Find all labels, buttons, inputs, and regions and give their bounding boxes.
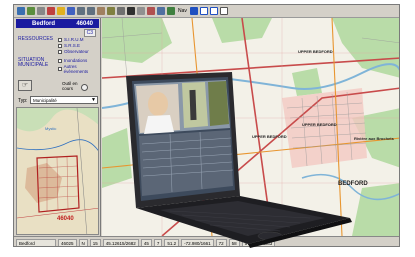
zoom-in-icon[interactable]	[77, 7, 85, 15]
option-autres[interactable]: Autres évènements	[58, 64, 96, 74]
region-code: C3	[83, 29, 96, 37]
print-icon[interactable]	[117, 7, 125, 15]
status-zone: 15	[89, 238, 101, 246]
option-srse[interactable]: S.R.S.E	[58, 43, 80, 48]
checkbox[interactable]	[58, 49, 62, 54]
option-inondations[interactable]: Inondations	[58, 58, 87, 63]
home-icon[interactable]	[17, 7, 25, 15]
info-icon[interactable]	[67, 7, 75, 15]
place-label-small: Rivière aux Brochets	[354, 136, 394, 141]
window-icon[interactable]	[199, 7, 208, 15]
laptop-image	[126, 72, 352, 248]
checkbox[interactable]	[58, 58, 62, 63]
status-code: 46025	[58, 238, 77, 246]
status-hemisphere: N	[78, 238, 88, 246]
layers-icon[interactable]	[47, 7, 55, 15]
municipality-header: Bedford 46040	[16, 19, 99, 28]
cursor-tool-button[interactable]: ☞	[18, 80, 32, 91]
chevron-down-icon[interactable]: ▼	[91, 97, 96, 104]
close-icon[interactable]	[219, 7, 228, 15]
grid-icon[interactable]	[37, 7, 45, 15]
overview-place-label: Mystic	[45, 126, 57, 131]
star-icon[interactable]	[57, 7, 65, 15]
option-sirum[interactable]: S.I.R.U.M	[58, 37, 84, 42]
cursor-label: Outil en cours	[62, 81, 78, 91]
type-select[interactable]: Municipalité ▼	[30, 96, 98, 104]
checkbox[interactable]	[58, 43, 62, 48]
undo-icon[interactable]	[157, 7, 165, 15]
binoculars-icon[interactable]	[127, 7, 135, 15]
window-icon-2[interactable]	[209, 7, 218, 15]
toolbar: Nav	[14, 5, 399, 18]
measure-icon[interactable]	[107, 7, 115, 15]
type-label: Typ:	[18, 98, 28, 104]
status-municipality: Bedford	[16, 238, 56, 246]
overview-map[interactable]: Mystic 46040	[16, 107, 99, 235]
place-label-upper-bedford-1: UPPER BEDFORD	[298, 49, 333, 54]
situation-title: SITUATION MUNICIPALE	[18, 57, 49, 68]
municipality-code: 46040	[76, 20, 93, 27]
option-observateur[interactable]: Observateur	[58, 49, 89, 54]
select-icon[interactable]	[137, 7, 145, 15]
overview-code-label: 46040	[57, 216, 74, 222]
resources-title: RESSOURCES	[18, 36, 54, 42]
zoom-out-icon[interactable]	[87, 7, 95, 15]
draw-icon[interactable]	[147, 7, 155, 15]
settings-icon[interactable]	[167, 7, 175, 15]
cursor-toggle[interactable]	[81, 84, 88, 91]
nav-label[interactable]: Nav	[177, 8, 188, 14]
checkbox[interactable]	[58, 67, 62, 71]
municipality-name: Bedford	[32, 20, 55, 27]
sidebar: Bedford 46040 C3 RESSOURCES S.I.R.U.M S.…	[14, 18, 101, 236]
pan-icon[interactable]	[97, 7, 105, 15]
checkbox[interactable]	[58, 37, 62, 42]
color-icon[interactable]	[189, 7, 198, 15]
map-icon[interactable]	[27, 7, 35, 15]
